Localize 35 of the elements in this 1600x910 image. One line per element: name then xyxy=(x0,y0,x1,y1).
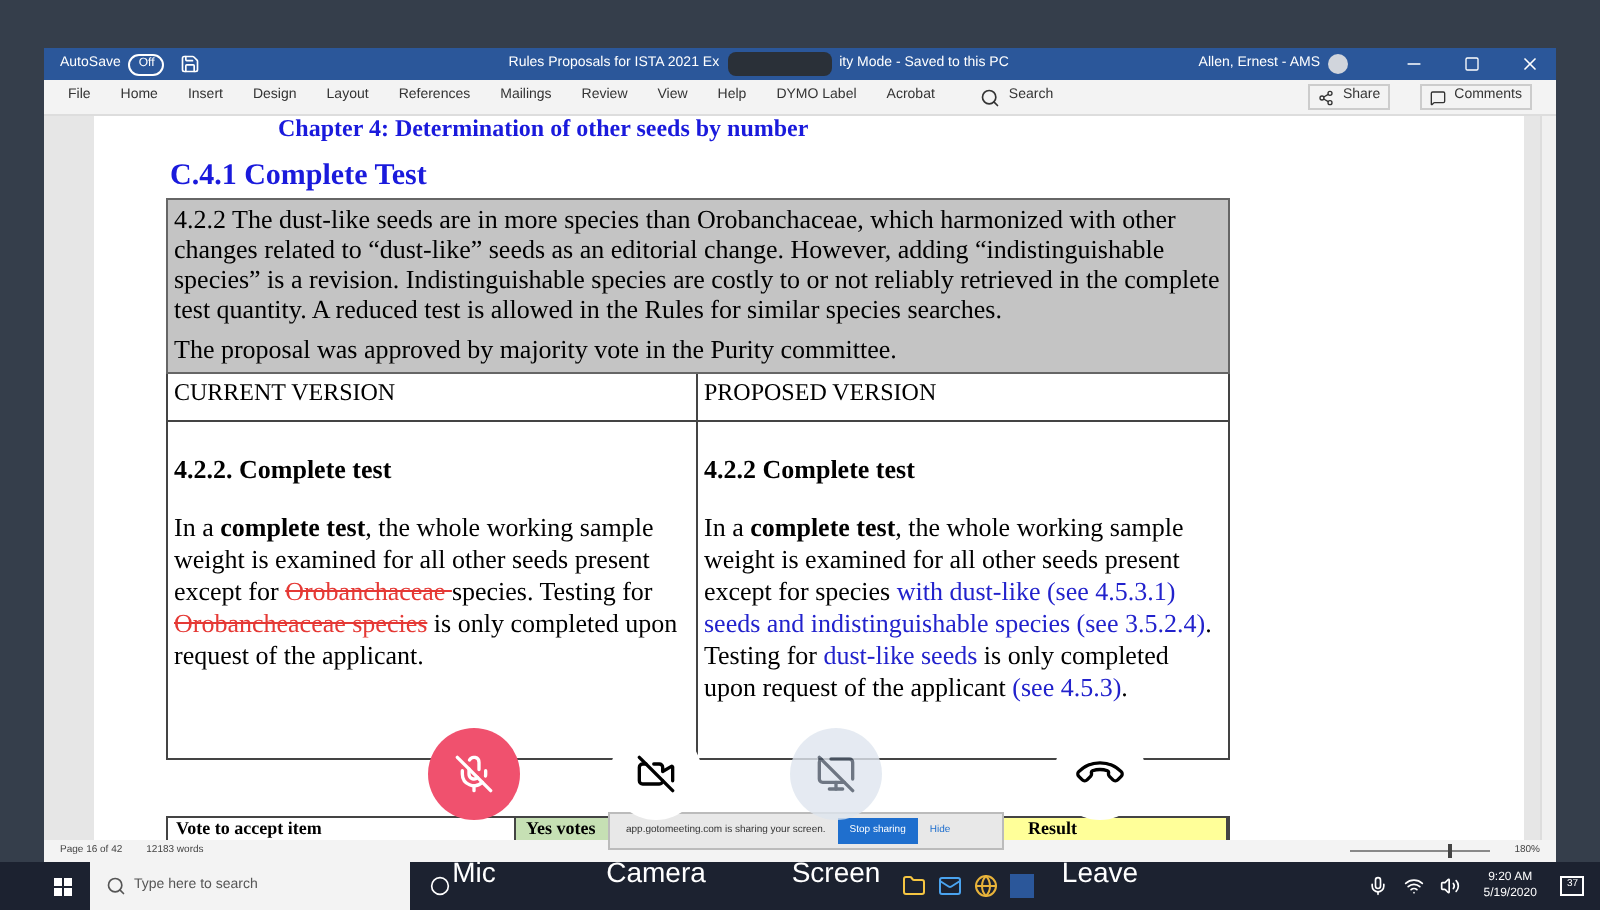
chapter-heading: Chapter 4: Determination of other seeds by number xyxy=(278,116,809,142)
table-header-cell: PROPOSED VERSION xyxy=(698,374,1228,422)
task-view-icon[interactable] xyxy=(430,876,450,896)
cell-heading: 4.2.2 Complete test xyxy=(704,454,917,484)
search-icon xyxy=(980,87,1001,107)
control-label: Screen xyxy=(791,856,881,888)
cell-paragraph: In a complete test, the whole working sample weight is examined for all other seeds present except for Orobanchaceae species. Testing for Orobancheaceae species is only completed upon request of the applicant. xyxy=(174,512,680,672)
section-heading: C.4.1 Complete Test xyxy=(170,162,427,192)
close-icon[interactable] xyxy=(1520,54,1540,74)
volume-icon[interactable] xyxy=(1439,876,1460,896)
control-label: Camera xyxy=(606,856,706,888)
maximize-icon[interactable] xyxy=(1464,56,1480,72)
control-label: Mic xyxy=(452,856,496,888)
folder-icon[interactable] xyxy=(902,874,926,898)
summary-paragraph: 4.2.2 The dust-like seeds are in more species than Orobanchaceae, which harmonized with other changes related to “dust-like” seeds as an editorial change. However, adding “indistinguishable species” is a revision. Indistinguishable species are costly to or not reliably retrieved in the complete test quantity. A reduced test is allowed in the Rules for similar species searches. xyxy=(174,204,1222,324)
windows-start-icon[interactable] xyxy=(54,877,72,895)
summary-paragraph: The proposal was approved by majority vote in the Purity committee. xyxy=(174,334,899,364)
redaction-block xyxy=(727,52,832,76)
share-icon xyxy=(1318,89,1335,105)
cell-heading: 4.2.2. Complete test xyxy=(174,454,394,484)
save-icon[interactable] xyxy=(180,54,201,74)
zoom-thumb[interactable] xyxy=(1448,844,1453,858)
screen-off-icon xyxy=(816,754,856,794)
user-avatar[interactable] xyxy=(1328,54,1348,74)
muted-mic-icon xyxy=(454,754,494,794)
search-icon xyxy=(106,876,126,896)
cell-paragraph: In a complete test, the whole working sample weight is examined for all other seeds present except for species with dust-like (see 4.5.3.1) seeds and indistinguishable species (see 3.5.2.4). Testing for dust-like seeds is only completed upon request of the applicant (see 4.5.3). xyxy=(704,512,1214,704)
camera-off-icon xyxy=(636,754,676,794)
speech-bubble-icon xyxy=(1430,89,1447,105)
mail-icon[interactable] xyxy=(938,874,962,898)
control-label: Leave xyxy=(1061,856,1139,888)
network-icon[interactable] xyxy=(1403,876,1424,896)
table-header-cell: CURRENT VERSION xyxy=(168,374,698,422)
browser-icon[interactable] xyxy=(974,874,998,898)
microphone-icon[interactable] xyxy=(1367,876,1388,896)
